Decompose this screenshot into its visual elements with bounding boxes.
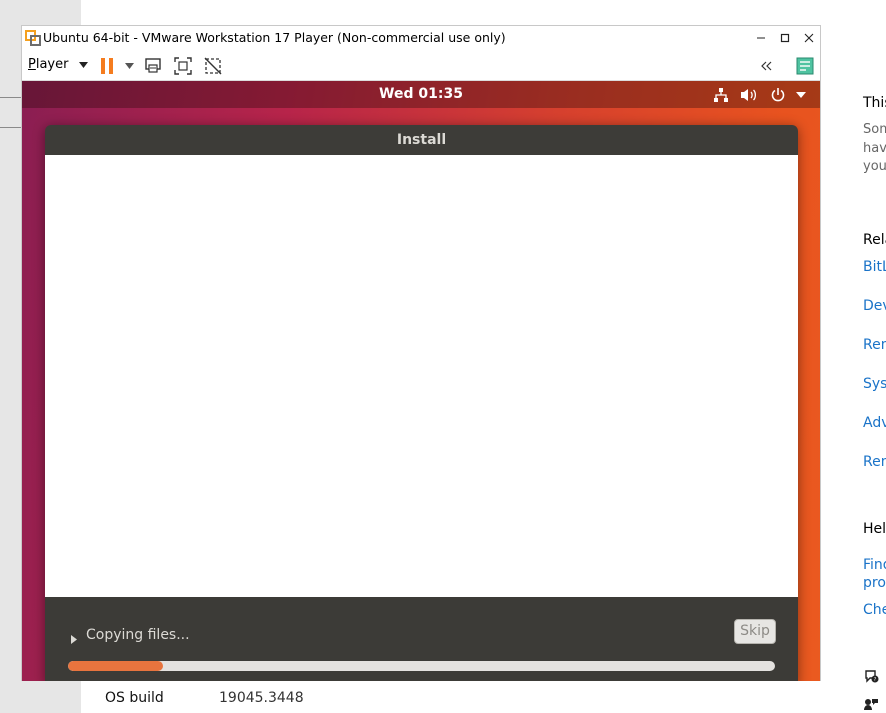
description-line: Som: [863, 122, 886, 137]
related-heading: Rela: [863, 232, 886, 248]
description-line: have: [863, 141, 886, 156]
description-line: you: [863, 159, 886, 174]
toolbar: Player: [22, 50, 820, 81]
installer-footer: Copying files... Skip: [45, 597, 798, 681]
player-menu[interactable]: Player: [28, 57, 88, 72]
maximize-icon[interactable]: [773, 26, 797, 50]
collapse-icon[interactable]: [756, 55, 778, 77]
power-icon[interactable]: [768, 85, 788, 105]
progress-bar-fill: [68, 661, 164, 671]
vmware-window: Ubuntu 64-bit - VMware Workstation 17 Pl…: [21, 25, 821, 681]
player-menu-mnemonic: P: [28, 57, 36, 72]
related-link[interactable]: Dev: [863, 297, 886, 315]
window-title: Ubuntu 64-bit - VMware Workstation 17 Pl…: [43, 30, 506, 45]
ubuntu-top-bar: Wed 01:35: [22, 81, 820, 108]
dropdown-icon[interactable]: [118, 55, 140, 77]
vm-display[interactable]: Wed 01:35 Install Copying files... Skip: [22, 81, 820, 681]
fit-guest-icon[interactable]: [172, 55, 194, 77]
related-link[interactable]: Ren: [863, 453, 886, 471]
player-menu-label: layer: [35, 57, 69, 72]
help-link[interactable]: proc: [863, 574, 886, 592]
unity-icon[interactable]: [202, 55, 224, 77]
volume-icon[interactable]: [739, 85, 759, 105]
help-link[interactable]: Che: [863, 601, 886, 619]
installer-slideshow: [45, 155, 798, 597]
divider: [0, 127, 21, 128]
help-heading: Help: [863, 521, 886, 537]
send-ctrl-alt-del-icon[interactable]: [142, 55, 164, 77]
related-link[interactable]: Adv: [863, 414, 886, 432]
library-icon[interactable]: [794, 55, 816, 77]
title-bar[interactable]: Ubuntu 64-bit - VMware Workstation 17 Pl…: [22, 26, 820, 50]
svg-text:?: ?: [874, 677, 877, 683]
related-link[interactable]: Rem: [863, 336, 886, 354]
player-dropdown-icon: [78, 62, 88, 68]
network-icon[interactable]: [711, 85, 731, 105]
skip-button[interactable]: Skip: [734, 619, 776, 644]
related-link[interactable]: Syst: [863, 375, 886, 393]
installer-title: Install: [396, 132, 447, 148]
progress-status[interactable]: Copying files...: [86, 627, 190, 643]
divider: [0, 97, 21, 98]
installer-header[interactable]: Install: [45, 125, 798, 155]
chevron-down-icon[interactable]: [791, 85, 811, 105]
section-heading: This: [863, 95, 886, 111]
vmware-app-icon: [25, 30, 41, 46]
get-help-icon[interactable]: ?: [863, 668, 879, 684]
os-build-value: 19045.3448: [219, 690, 304, 706]
installer-window: Install Copying files... Skip: [45, 125, 798, 681]
os-build-label: OS build: [105, 690, 164, 706]
progress-bar: [68, 661, 775, 671]
feedback-icon[interactable]: [863, 696, 879, 712]
close-icon[interactable]: [797, 26, 821, 50]
help-link[interactable]: Find: [863, 556, 886, 574]
settings-related-panel: This Som have you Rela BitL Dev Rem Syst…: [821, 0, 886, 713]
pause-icon[interactable]: [96, 55, 118, 77]
clock[interactable]: Wed 01:35: [22, 86, 820, 102]
expander-arrow-icon[interactable]: [71, 635, 77, 646]
minimize-icon[interactable]: [749, 26, 773, 50]
related-link[interactable]: BitL: [863, 258, 886, 276]
